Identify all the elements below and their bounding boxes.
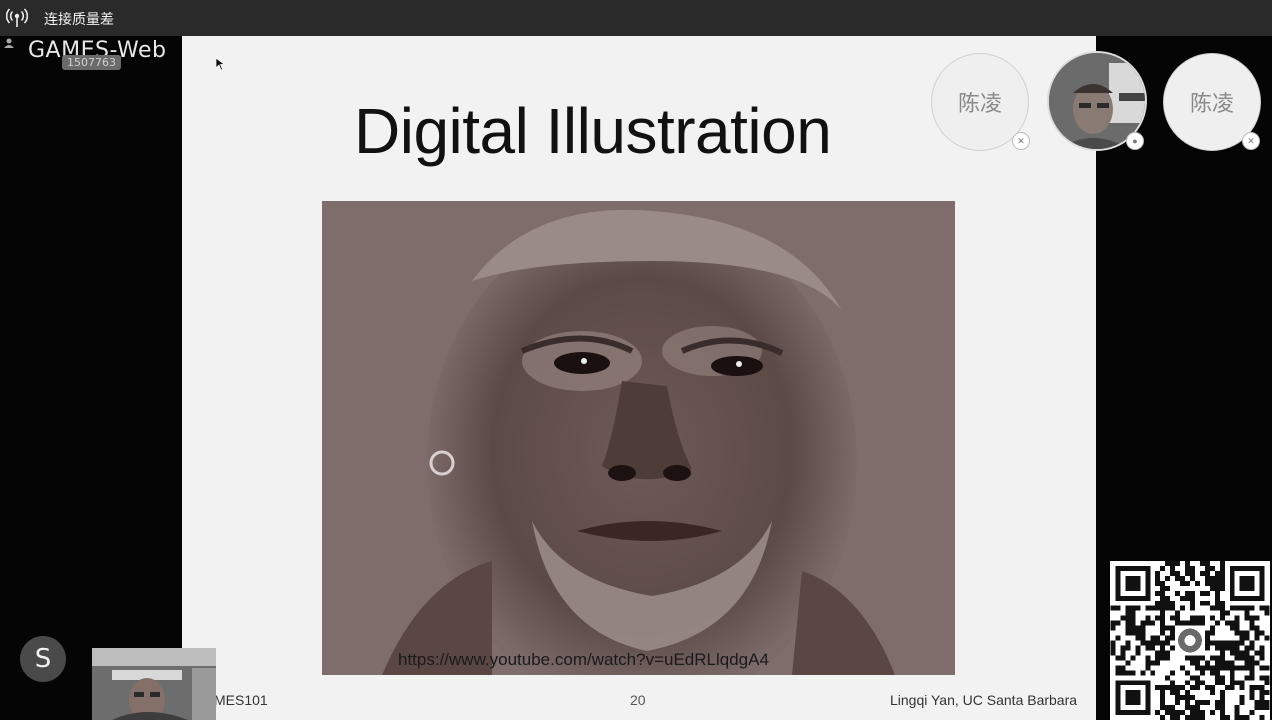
- status-bar: 连接质量差: [0, 0, 1272, 36]
- logo-letter: S: [34, 644, 52, 674]
- room-id-badge: 1507763: [62, 55, 121, 70]
- mouse-cursor-icon: [215, 57, 226, 71]
- presenter-webcam-thumbnail[interactable]: [92, 648, 216, 720]
- connection-quality-text: 连接质量差: [44, 12, 114, 28]
- participant-name: 陈凌: [1189, 92, 1234, 117]
- participant-name: 陈凌: [957, 92, 1002, 117]
- portrait-image: [322, 201, 955, 675]
- slide-title: Digital Illustration: [354, 95, 832, 167]
- mic-muted-icon: ✕: [1012, 132, 1030, 150]
- mic-muted-icon: ✕: [1242, 132, 1260, 150]
- qr-code: [1110, 561, 1270, 720]
- app-logo-icon[interactable]: S: [20, 636, 66, 682]
- video-lecture-stage: 连接质量差 Digital Illustration https://www.y…: [0, 0, 1272, 720]
- slide-page-number: 20: [630, 692, 646, 708]
- video-url-text: https://www.youtube.com/watch?v=uEdRLlqd…: [398, 650, 769, 669]
- mic-status-icon: ●: [1126, 132, 1144, 150]
- signal-broadcast-icon: [5, 8, 29, 28]
- slide-footer-course: MES101: [214, 692, 268, 708]
- viewer-count-icon: [4, 38, 26, 50]
- slide-footer-author: Lingqi Yan, UC Santa Barbara: [890, 692, 1078, 708]
